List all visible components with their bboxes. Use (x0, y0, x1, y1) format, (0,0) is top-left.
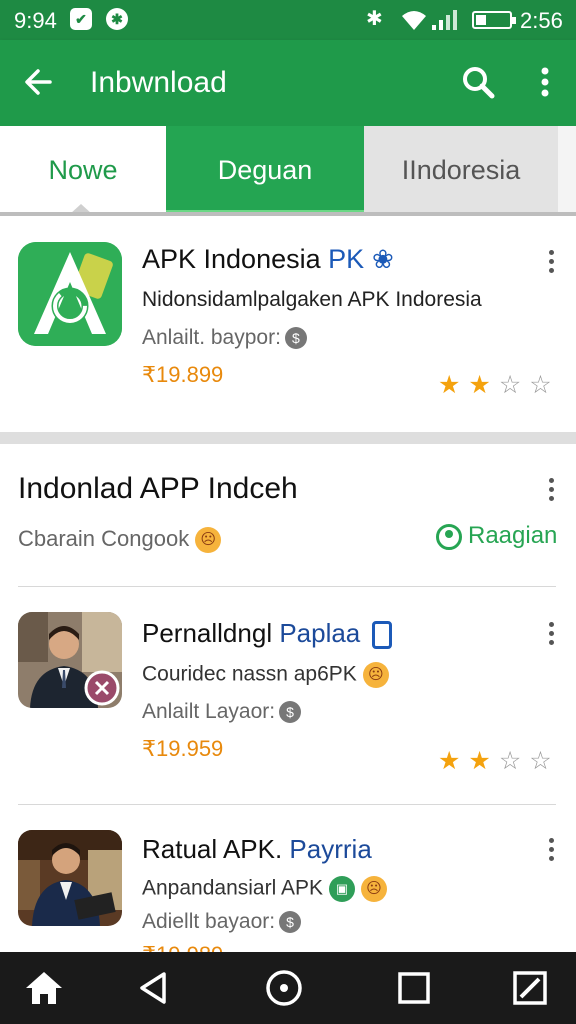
item-name-accent: Paplaa (279, 618, 361, 648)
star-empty-icon: ☆ (529, 371, 560, 399)
divider (18, 804, 556, 805)
info-icon[interactable]: $ (279, 911, 302, 934)
more-vert-icon[interactable] (530, 64, 560, 100)
item-meta-text: Anlailt Layaor: (142, 700, 276, 723)
sad-face-icon: ☹ (360, 876, 387, 902)
system-nav-bar (0, 952, 576, 1024)
tab-deguan[interactable]: Deguan (166, 126, 364, 214)
sad-face-icon: ☹ (195, 527, 222, 554)
star-filled-icon: ★ (468, 371, 499, 399)
featured-app-name-main: APK Indonesia (142, 244, 329, 274)
item-name-main: Ratual APK. (142, 834, 290, 864)
section-subtitle-text: Cbarain Congook (18, 526, 190, 551)
back-triangle-icon[interactable] (134, 968, 174, 1008)
item-avatar[interactable] (18, 612, 122, 708)
item-meta-text: Adiellt bayaor: (142, 910, 276, 933)
featured-rating: ★★☆☆ (438, 372, 558, 398)
battery-level (476, 15, 486, 25)
info-icon[interactable]: $ (279, 701, 302, 724)
item-avatar[interactable] (18, 830, 122, 926)
phone-icon (372, 621, 393, 650)
star-empty-icon: ☆ (498, 747, 530, 775)
item-description: Couridec nassn ap6PK ☹ (142, 662, 389, 688)
featured-app-card[interactable]: APK Indonesia PK ❀ Nidonsidamlpalgaken A… (0, 216, 576, 432)
signal-icon (432, 10, 457, 30)
info-icon[interactable]: $ (284, 327, 307, 350)
ragian-label: Raagian (468, 522, 558, 549)
item-rating: ★★☆☆ (438, 748, 558, 774)
star-filled-icon: ★ (438, 747, 469, 775)
featured-app-meta-text: Anlailt. baypor: (142, 326, 281, 349)
featured-more-icon[interactable] (546, 250, 556, 276)
item-description-text: Anpandansiarl APK (142, 876, 323, 900)
star-filled-icon: ★ (468, 747, 499, 775)
search-icon[interactable] (460, 64, 496, 100)
tab-nowe[interactable]: Nowe (0, 126, 166, 214)
featured-app-meta: Anlailt. baypor: $ (142, 326, 307, 350)
item-name-accent: Payrria (289, 834, 372, 864)
bluetooth-icon: ✱ (366, 8, 383, 30)
featured-app-name[interactable]: APK Indonesia PK (142, 244, 364, 275)
flower-badge-icon: ❀ (372, 244, 394, 274)
shop-badge-icon: ▣ (328, 876, 355, 902)
tab-bar: Nowe Deguan IIndoresia (0, 126, 576, 214)
item-price: ₹19.989 (142, 942, 223, 952)
sad-face-icon: ☹ (362, 662, 389, 688)
star-filled-icon: ★ (438, 371, 469, 399)
item-meta: Adiellt bayaor: $ (142, 910, 302, 934)
item-more-icon[interactable] (546, 838, 556, 864)
home-icon[interactable] (24, 968, 64, 1008)
card-separator (0, 432, 576, 444)
item-more-icon[interactable] (546, 622, 556, 648)
app-list-section: Indonlad APP Indceh Cbarain Congook ☹ Raa… (0, 444, 576, 952)
item-description-text: Couridec nassn ap6PK (142, 662, 357, 686)
edit-square-icon[interactable] (510, 968, 550, 1008)
featured-app-description: Nidonsidamlpalgaken APK Indoresia (142, 288, 482, 311)
apk-app-icon[interactable] (18, 242, 122, 346)
page-title: Inbwnload (90, 66, 227, 99)
wifi-icon (402, 11, 426, 30)
section-subtitle: Cbarain Congook ☹ (18, 526, 222, 554)
featured-app-price: ₹19.899 (142, 362, 224, 387)
recents-square-icon[interactable] (394, 968, 434, 1008)
status-bar: 9:94 ✔ ✱ ✱ 2:56 (0, 0, 576, 40)
status-time-left: 9:94 (14, 8, 57, 33)
featured-app-name-accent: PK (328, 244, 365, 274)
section-title: Indonlad APP Indceh (18, 472, 298, 505)
user-circle-icon (436, 523, 462, 550)
battery-icon (472, 11, 516, 29)
item-name-main: Pernalldngl (142, 618, 280, 648)
app-notification-icon: ✱ (106, 8, 128, 30)
status-time-right: 2:56 (520, 8, 563, 33)
app-bar: Inbwnload (0, 40, 576, 126)
divider (18, 586, 556, 587)
tab-indoresia[interactable]: IIndoresia (364, 126, 558, 214)
item-meta: Anlailt Layaor: $ (142, 700, 302, 724)
ragian-button[interactable]: Raagian (436, 522, 557, 550)
notification-icon: ✔ (70, 8, 92, 30)
back-arrow-icon[interactable] (20, 64, 56, 100)
item-name[interactable]: Ratual APK. Payrria (142, 834, 372, 865)
section-more-icon[interactable] (546, 478, 556, 504)
star-empty-icon: ☆ (498, 371, 530, 399)
star-empty-icon: ☆ (529, 747, 560, 775)
home-circle-icon[interactable] (264, 968, 304, 1008)
item-price: ₹19.959 (142, 736, 224, 761)
item-name[interactable]: Pernalldngl Paplaa (142, 618, 393, 650)
item-description: Anpandansiarl APK ▣ ☹ (142, 876, 387, 902)
